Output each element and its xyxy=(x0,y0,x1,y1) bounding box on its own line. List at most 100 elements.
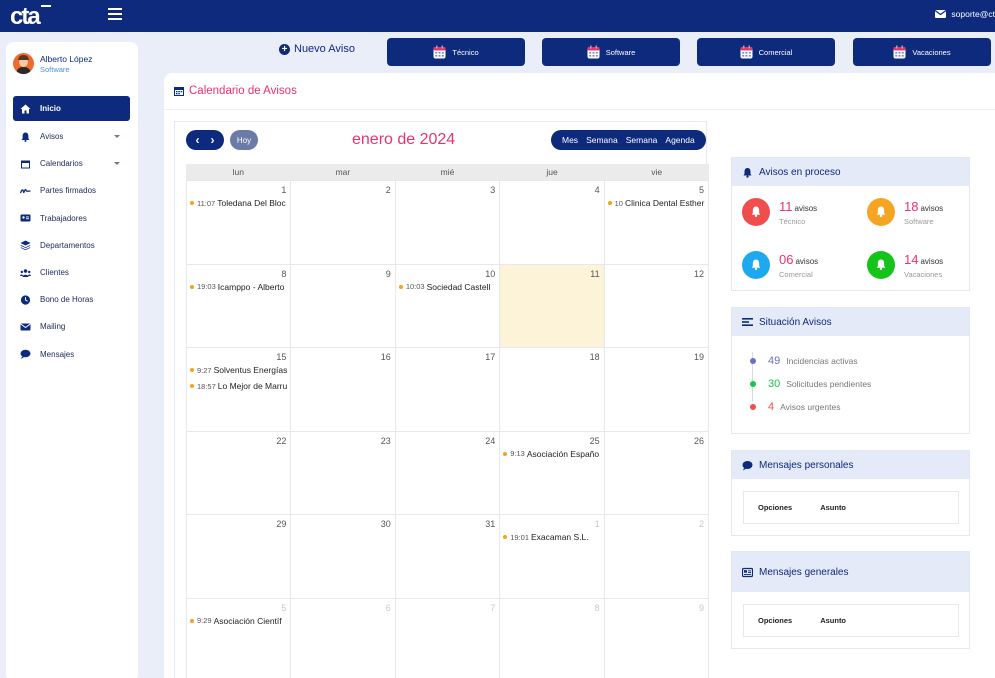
status-row[interactable]: 30 Solicitudes pendientes xyxy=(750,378,871,390)
day-number[interactable]: 2 xyxy=(386,185,391,195)
calendar-day-cell[interactable]: 1 11:07 Toledana Del Bloc xyxy=(186,181,292,264)
category-button-1[interactable]: Software xyxy=(542,38,680,66)
view-button-0[interactable]: Mes xyxy=(562,135,578,145)
day-number[interactable]: 9 xyxy=(386,269,391,279)
day-number[interactable]: 8 xyxy=(595,603,600,613)
sidebar-item-departamentos[interactable]: Departamentos xyxy=(13,232,130,259)
sidebar-item-clientes[interactable]: Clientes xyxy=(13,259,130,286)
notice-stat[interactable]: 18 avisos Software xyxy=(867,198,943,226)
calendar-day-cell[interactable]: 9 xyxy=(604,598,710,678)
calendar-day-cell[interactable]: 3 xyxy=(395,181,501,264)
day-number[interactable]: 10 xyxy=(485,269,495,279)
day-number[interactable]: 23 xyxy=(381,436,391,446)
calendar-event[interactable]: 9:27 Solventus Energías xyxy=(190,365,290,375)
calendar-day-cell[interactable]: 5 9:29 Asociación Científ xyxy=(186,598,292,678)
view-button-2[interactable]: Semana xyxy=(626,135,658,145)
column-header-subject[interactable]: Asunto xyxy=(820,503,846,512)
calendar-day-cell[interactable]: 10 10:03 Sociedad Castell xyxy=(395,264,501,348)
sidebar-item-mailing[interactable]: Mailing xyxy=(13,313,130,340)
day-number[interactable]: 6 xyxy=(386,603,391,613)
calendar-day-cell[interactable]: 1 19:01 Exacaman S.L. xyxy=(500,515,605,598)
status-row[interactable]: 4 Avisos urgentes xyxy=(750,401,840,413)
calendar-day-cell[interactable]: 15 9:27 Solventus Energías 18:57 Lo Mejor de… xyxy=(186,348,292,431)
day-number[interactable]: 30 xyxy=(381,519,391,529)
day-number[interactable]: 25 xyxy=(590,436,600,446)
day-number[interactable]: 1 xyxy=(281,185,286,195)
new-notice-button[interactable]: + Nuevo Aviso xyxy=(279,43,355,55)
next-month-icon[interactable]: › xyxy=(211,134,215,146)
day-number[interactable]: 19 xyxy=(694,352,704,362)
sidebar-item-avisos[interactable]: Avisos xyxy=(13,123,130,150)
notice-stat[interactable]: 14 avisos Vacaciones xyxy=(867,251,943,279)
day-number[interactable]: 5 xyxy=(281,603,286,613)
calendar-event[interactable]: 9:13 Asociación Españo xyxy=(503,449,603,459)
cta-logo[interactable]: cta xyxy=(9,3,55,29)
calendar-day-cell[interactable]: 6 xyxy=(291,598,396,678)
calendar-day-cell[interactable]: 8 19:03 Icamppo - Alberto xyxy=(186,264,292,348)
day-number[interactable]: 2 xyxy=(699,519,704,529)
calendar-day-cell[interactable]: 8 xyxy=(500,598,605,678)
day-number[interactable]: 8 xyxy=(281,269,286,279)
day-number[interactable]: 4 xyxy=(595,185,600,195)
day-number[interactable]: 9 xyxy=(699,603,704,613)
sidebar-item-mensajes[interactable]: Mensajes xyxy=(13,341,130,368)
calendar-day-cell[interactable]: 31 xyxy=(395,515,501,598)
calendar-event[interactable]: 11:07 Toledana Del Bloc xyxy=(190,198,290,208)
calendar-day-cell[interactable]: 18 xyxy=(500,348,605,431)
calendar-day-cell[interactable]: 2 xyxy=(291,181,396,264)
category-button-2[interactable]: Comercial xyxy=(697,38,835,66)
day-number[interactable]: 12 xyxy=(694,269,704,279)
day-number[interactable]: 1 xyxy=(595,519,600,529)
day-number[interactable]: 16 xyxy=(381,352,391,362)
day-number[interactable]: 7 xyxy=(490,603,495,613)
calendar-day-cell[interactable]: 16 xyxy=(291,348,396,431)
category-button-0[interactable]: Técnico xyxy=(387,38,525,66)
day-number[interactable]: 29 xyxy=(276,519,286,529)
day-number[interactable]: 15 xyxy=(276,352,286,362)
calendar-event[interactable]: 10 Clinica Dental Esther xyxy=(607,198,708,208)
calendar-day-cell[interactable]: 25 9:13 Asociación Españo xyxy=(500,431,605,515)
column-header-options[interactable]: Opciones xyxy=(758,503,792,512)
sidebar-item-partes-firmados[interactable]: Partes firmados xyxy=(13,177,130,204)
day-number[interactable]: 22 xyxy=(276,436,286,446)
menu-toggle-icon[interactable] xyxy=(108,8,122,20)
column-header-subject[interactable]: Asunto xyxy=(820,616,846,625)
calendar-event[interactable]: 9:29 Asociación Científ xyxy=(190,616,290,626)
day-number[interactable]: 31 xyxy=(485,519,495,529)
day-number[interactable]: 3 xyxy=(490,185,495,195)
day-number[interactable]: 17 xyxy=(485,352,495,362)
status-row[interactable]: 49 Incidencias activas xyxy=(750,355,858,367)
calendar-day-cell[interactable]: 26 xyxy=(604,431,710,515)
calendar-event[interactable]: 18:57 Lo Mejor de Marru xyxy=(190,381,290,391)
category-button-3[interactable]: Vacaciones xyxy=(853,38,991,66)
calendar-day-cell[interactable]: 22 xyxy=(186,431,292,515)
calendar-day-cell[interactable]: 4 xyxy=(500,181,605,264)
view-button-1[interactable]: Semana xyxy=(586,135,618,145)
sidebar-item-inicio[interactable]: Inicio xyxy=(13,96,130,121)
notice-stat[interactable]: 11 avisos Técnico xyxy=(742,198,817,226)
today-button[interactable]: Hoy xyxy=(230,130,258,150)
calendar-day-cell[interactable]: 7 xyxy=(395,598,501,678)
calendar-day-cell[interactable]: 2 xyxy=(604,515,710,598)
user-profile[interactable]: Alberto López Software xyxy=(13,53,92,74)
day-number[interactable]: 18 xyxy=(590,352,600,362)
sidebar-item-calendarios[interactable]: Calendarios xyxy=(13,150,130,177)
calendar-day-cell[interactable]: 30 xyxy=(291,515,396,598)
day-number[interactable]: 26 xyxy=(694,436,704,446)
day-number[interactable]: 11 xyxy=(590,269,599,279)
sidebar-item-bono-de-horas[interactable]: Bono de Horas xyxy=(13,286,130,313)
calendar-day-cell[interactable]: 24 xyxy=(395,431,501,515)
support-email[interactable]: soporte@ct xyxy=(935,9,995,19)
calendar-day-cell[interactable]: 17 xyxy=(395,348,501,431)
column-header-options[interactable]: Opciones xyxy=(758,616,792,625)
calendar-event[interactable]: 19:01 Exacaman S.L. xyxy=(503,532,603,542)
calendar-event[interactable]: 10:03 Sociedad Castell xyxy=(398,282,499,292)
prev-month-icon[interactable]: ‹ xyxy=(196,134,200,146)
day-number[interactable]: 5 xyxy=(699,185,704,195)
calendar-day-cell[interactable]: 11 xyxy=(500,264,605,348)
day-number[interactable]: 24 xyxy=(485,436,495,446)
calendar-day-cell[interactable]: 29 xyxy=(186,515,292,598)
calendar-day-cell[interactable]: 9 xyxy=(291,264,396,348)
calendar-day-cell[interactable]: 5 10 Clinica Dental Esther xyxy=(604,181,710,264)
sidebar-item-trabajadores[interactable]: Trabajadores xyxy=(13,205,130,232)
